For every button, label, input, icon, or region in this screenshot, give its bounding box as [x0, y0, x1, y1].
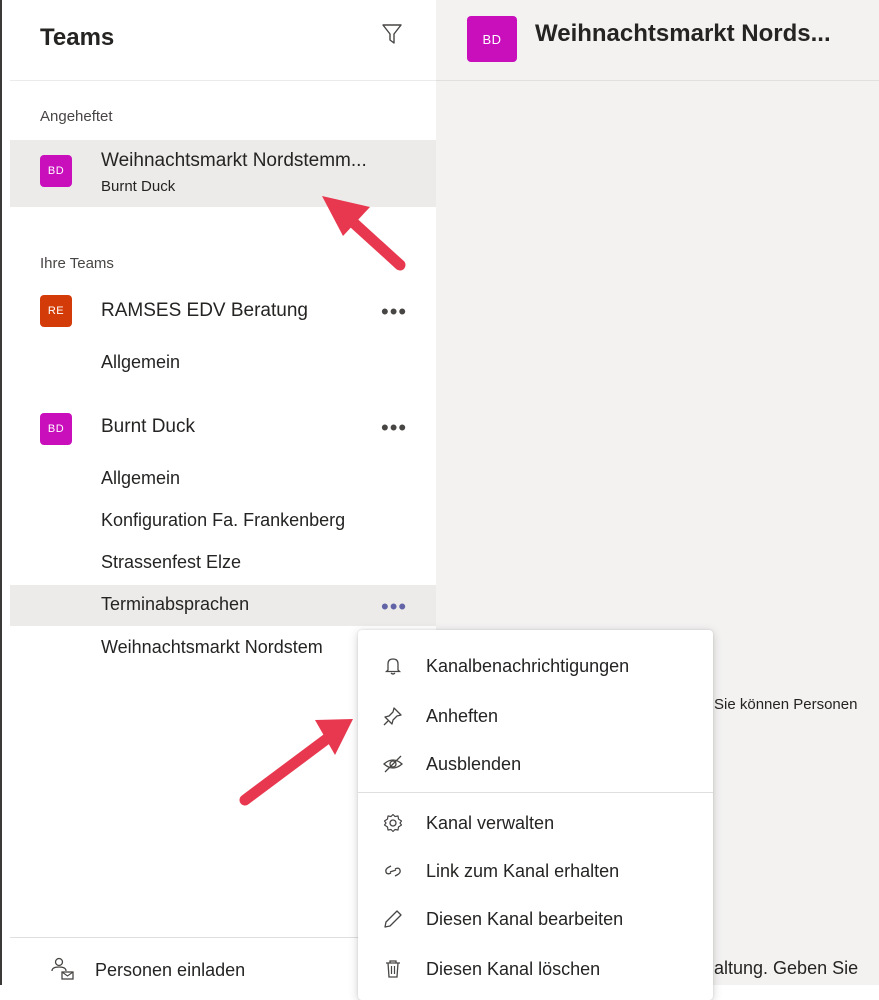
menu-label-delete: Diesen Kanal löschen — [426, 958, 601, 979]
pinned-team-subtitle: Burnt Duck — [101, 178, 176, 195]
pin-icon — [382, 705, 404, 727]
channel-konfiguration[interactable]: Konfiguration Fa. Frankenberg — [101, 510, 345, 531]
menu-label-notifications: Kanalbenachrichtigungen — [426, 655, 630, 676]
link-icon — [382, 860, 404, 882]
menu-item-notifications[interactable]: Kanalbenachrichtigungen — [358, 643, 713, 689]
invite-people-icon — [50, 956, 76, 982]
pencil-icon — [382, 908, 404, 930]
filter-icon[interactable] — [381, 22, 403, 46]
channel-terminabsprachen[interactable]: Terminabsprachen — [101, 594, 249, 615]
sidebar-title: Teams — [40, 24, 115, 51]
menu-divider — [358, 792, 713, 793]
gear-icon — [382, 812, 404, 834]
menu-label-hide: Ausblenden — [426, 753, 522, 774]
main-partial-compose-text: altung. Geben Sie — [714, 958, 859, 978]
team-name-burnt-duck[interactable]: Burnt Duck — [101, 416, 195, 438]
menu-item-hide[interactable]: Ausblenden — [358, 741, 713, 787]
channel-ramses-allgemein[interactable]: Allgemein — [101, 352, 180, 373]
menu-item-pin[interactable]: Anheften — [358, 693, 713, 739]
menu-label-get-link: Link zum Kanal erhalten — [426, 860, 620, 881]
team-name-ramses[interactable]: RAMSES EDV Beratung — [101, 300, 308, 322]
team-avatar-ramses: RE — [40, 295, 72, 327]
channel-strassenfest[interactable]: Strassenfest Elze — [101, 552, 241, 573]
menu-item-edit[interactable]: Diesen Kanal bearbeiten — [358, 896, 713, 942]
menu-item-delete[interactable]: Diesen Kanal löschen — [358, 946, 713, 992]
menu-item-get-link[interactable]: Link zum Kanal erhalten — [358, 848, 713, 894]
invite-people-link[interactable]: Personen einladen — [95, 960, 245, 981]
channel-header-title: Weihnachtsmarkt Nords... — [535, 20, 831, 47]
channel-weihnachtsmarkt[interactable]: Weihnachtsmarkt Nordstem — [101, 637, 358, 658]
bell-icon — [382, 655, 404, 677]
team-avatar-burnt-duck: BD — [40, 413, 72, 445]
menu-label-pin: Anheften — [426, 705, 499, 726]
channel-header-avatar: BD — [467, 16, 517, 62]
channel-burnt-duck-allgemein[interactable]: Allgemein — [101, 468, 180, 489]
main-header-divider — [436, 80, 879, 81]
team-more-ramses[interactable]: ••• — [381, 301, 407, 323]
hide-icon — [382, 753, 404, 775]
team-more-burnt-duck[interactable]: ••• — [381, 417, 407, 439]
channel-more-terminabsprachen[interactable]: ••• — [381, 596, 407, 618]
pinned-section-label: Angeheftet — [40, 108, 113, 125]
menu-item-manage[interactable]: Kanal verwalten — [358, 800, 713, 846]
menu-label-manage: Kanal verwalten — [426, 812, 555, 833]
sidebar-header-divider — [10, 80, 436, 81]
your-teams-label: Ihre Teams — [40, 255, 114, 272]
main-partial-text: Sie können Personen — [714, 696, 858, 713]
channel-context-menu: Kanalbenachrichtigungen Anheften Ausblen… — [358, 630, 713, 1000]
menu-label-edit: Diesen Kanal bearbeiten — [426, 908, 624, 929]
trash-icon — [382, 958, 404, 980]
pinned-team-title: Weihnachtsmarkt Nordstemm... — [101, 150, 367, 171]
pinned-team-avatar: BD — [40, 155, 72, 187]
